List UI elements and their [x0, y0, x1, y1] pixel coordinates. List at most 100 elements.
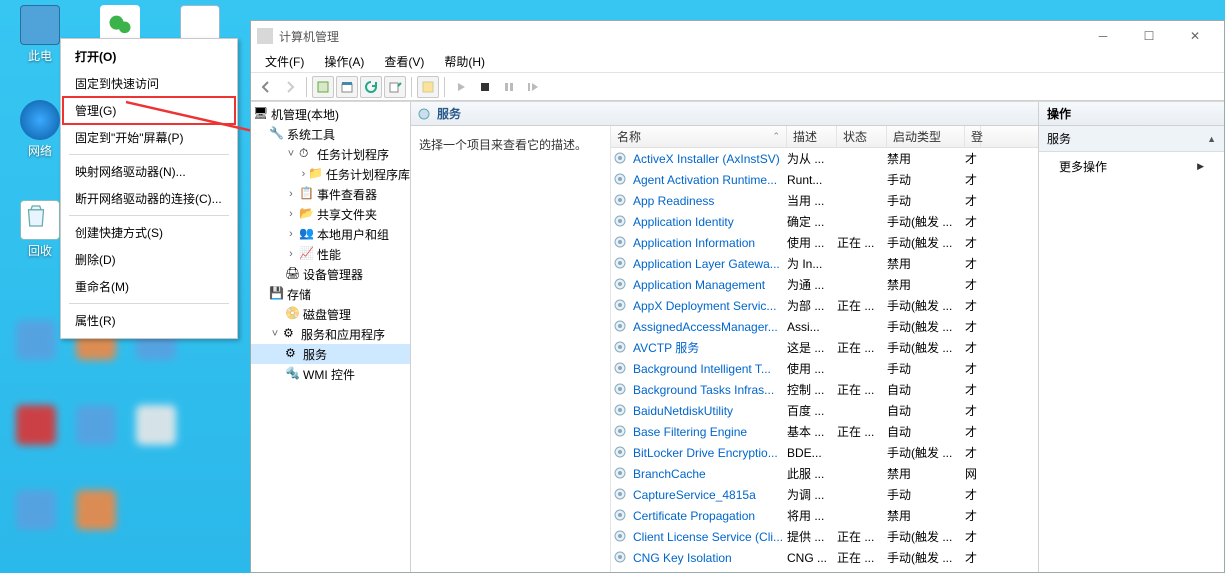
titlebar[interactable]: 计算机管理 ─ ☐ ✕ — [251, 21, 1224, 51]
back-button[interactable] — [255, 76, 277, 98]
col-extra[interactable]: 登 — [965, 126, 981, 147]
service-row[interactable]: Certificate Propagation将用 ...禁用才 — [611, 505, 1038, 526]
play-button[interactable] — [450, 76, 472, 98]
tree-device-manager[interactable]: 🖨设备管理器 — [251, 264, 410, 284]
col-desc[interactable]: 描述 — [787, 126, 837, 147]
nav-tree[interactable]: 🖥机管理(本地) 🔧系统工具 ˅⏱任务计划程序 ›📁任务计划程序库 ›📋事件查看… — [251, 102, 411, 572]
actions-section[interactable]: 服务▲ — [1039, 126, 1224, 152]
service-name: ActiveX Installer (AxInstSV) — [633, 152, 787, 166]
close-button[interactable]: ✕ — [1172, 21, 1218, 51]
gear-icon — [613, 508, 629, 524]
tree-task-scheduler[interactable]: ˅⏱任务计划程序 — [251, 144, 410, 164]
service-row[interactable]: Base Filtering Engine基本 ...正在 ...自动才 — [611, 421, 1038, 442]
service-row[interactable]: AppX Deployment Servic...为部 ...正在 ...手动(… — [611, 295, 1038, 316]
tree-services[interactable]: ⚙服务 — [251, 344, 410, 364]
maximize-button[interactable]: ☐ — [1126, 21, 1172, 51]
service-extra: 才 — [965, 339, 981, 356]
service-row[interactable]: App Readiness当用 ...手动才 — [611, 190, 1038, 211]
tree-disk-management[interactable]: 📀磁盘管理 — [251, 304, 410, 324]
ctx-create-shortcut[interactable]: 创建快捷方式(S) — [63, 219, 235, 246]
service-desc: 为通 ... — [787, 276, 837, 293]
service-row[interactable]: Background Intelligent T...使用 ...手动才 — [611, 358, 1038, 379]
tree-root[interactable]: 🖥机管理(本地) — [251, 104, 410, 124]
service-row[interactable]: AVCTP 服务这是 ...正在 ...手动(触发 ...才 — [611, 337, 1038, 358]
minimize-button[interactable]: ─ — [1080, 21, 1126, 51]
gear-icon — [613, 424, 629, 440]
service-row[interactable]: CNG Key IsolationCNG ...正在 ...手动(触发 ...才 — [611, 547, 1038, 568]
service-row[interactable]: Application Identity确定 ...手动(触发 ...才 — [611, 211, 1038, 232]
service-row[interactable]: ActiveX Installer (AxInstSV)为从 ...禁用才 — [611, 148, 1038, 169]
tree-performance[interactable]: ›📈性能 — [251, 244, 410, 264]
tree-event-viewer[interactable]: ›📋事件查看器 — [251, 184, 410, 204]
ctx-open[interactable]: 打开(O) — [63, 43, 235, 70]
gear-icon — [613, 361, 629, 377]
column-headers[interactable]: 名称⌃ 描述 状态 启动类型 登 — [611, 126, 1038, 148]
service-extra: 才 — [965, 381, 981, 398]
ctx-rename[interactable]: 重命名(M) — [63, 273, 235, 300]
service-row[interactable]: Background Tasks Infras...控制 ...正在 ...自动… — [611, 379, 1038, 400]
tool-btn-1[interactable] — [312, 76, 334, 98]
gear-icon — [613, 445, 629, 461]
service-row[interactable]: Application Information使用 ...正在 ...手动(触发… — [611, 232, 1038, 253]
service-row[interactable]: BitLocker Drive Encryptio...BDE...手动(触发 … — [611, 442, 1038, 463]
ctx-disconnect-drive[interactable]: 断开网络驱动器的连接(C)... — [63, 185, 235, 212]
separator — [69, 215, 229, 216]
service-row[interactable]: Application Layer Gatewa...为 In...禁用才 — [611, 253, 1038, 274]
service-row[interactable]: Agent Activation Runtime...Runt...手动才 — [611, 169, 1038, 190]
service-desc: 当用 ... — [787, 192, 837, 209]
gear-icon — [613, 298, 629, 314]
tree-task-library[interactable]: ›📁任务计划程序库 — [251, 164, 410, 184]
service-desc: 为部 ... — [787, 297, 837, 314]
service-row[interactable]: Application Management为通 ...禁用才 — [611, 274, 1038, 295]
menu-action[interactable]: 操作(A) — [314, 51, 374, 72]
computer-icon: 🖥 — [253, 106, 269, 122]
menu-view[interactable]: 查看(V) — [374, 51, 434, 72]
tree-system-tools[interactable]: 🔧系统工具 — [251, 124, 410, 144]
gear-icon: ⚙ — [285, 346, 301, 362]
gear-icon — [613, 172, 629, 188]
pause-button[interactable] — [498, 76, 520, 98]
service-row[interactable]: Client License Service (Cli...提供 ...正在 .… — [611, 526, 1038, 547]
export-button[interactable] — [384, 76, 406, 98]
tree-local-users[interactable]: ›👥本地用户和组 — [251, 224, 410, 244]
tree-wmi[interactable]: 🔩WMI 控件 — [251, 364, 410, 384]
separator — [69, 303, 229, 304]
help-button[interactable] — [417, 76, 439, 98]
refresh-button[interactable] — [360, 76, 382, 98]
ctx-pin-quick-access[interactable]: 固定到快速访问 — [63, 70, 235, 97]
col-status[interactable]: 状态 — [837, 126, 887, 147]
tool-btn-2[interactable] — [336, 76, 358, 98]
col-startup[interactable]: 启动类型 — [887, 126, 965, 147]
tree-services-apps[interactable]: ˅⚙服务和应用程序 — [251, 324, 410, 344]
ctx-properties[interactable]: 属性(R) — [63, 307, 235, 334]
menu-file[interactable]: 文件(F) — [255, 51, 314, 72]
service-startup: 手动(触发 ... — [887, 549, 965, 566]
toolbar — [251, 73, 1224, 101]
recycle-bin-icon — [20, 200, 60, 240]
service-row[interactable]: BranchCache此服 ...禁用网 — [611, 463, 1038, 484]
restart-button[interactable] — [522, 76, 544, 98]
users-icon: 👥 — [299, 226, 315, 242]
ctx-manage[interactable]: 管理(G) — [63, 97, 235, 124]
services-icon: ⚙ — [283, 326, 299, 342]
ctx-map-drive[interactable]: 映射网络驱动器(N)... — [63, 158, 235, 185]
service-name: Agent Activation Runtime... — [633, 173, 787, 187]
ctx-delete[interactable]: 删除(D) — [63, 246, 235, 273]
service-row[interactable]: CaptureService_4815a为调 ...手动才 — [611, 484, 1038, 505]
service-row[interactable]: AssignedAccessManager...Assi...手动(触发 ...… — [611, 316, 1038, 337]
service-extra: 才 — [965, 276, 981, 293]
stop-button[interactable] — [474, 76, 496, 98]
tree-shared-folders[interactable]: ›📂共享文件夹 — [251, 204, 410, 224]
actions-more[interactable]: 更多操作▶ — [1039, 152, 1224, 181]
service-row[interactable]: BaiduNetdiskUtility百度 ...自动才 — [611, 400, 1038, 421]
service-startup: 手动(触发 ... — [887, 213, 965, 230]
services-list[interactable]: 名称⌃ 描述 状态 启动类型 登 ActiveX Installer (AxIn… — [611, 126, 1038, 572]
chevron-up-icon: ▲ — [1207, 134, 1216, 144]
service-extra: 才 — [965, 171, 981, 188]
col-name[interactable]: 名称⌃ — [611, 126, 787, 147]
ctx-pin-start[interactable]: 固定到"开始"屏幕(P) — [63, 124, 235, 151]
gear-icon — [613, 403, 629, 419]
menu-help[interactable]: 帮助(H) — [434, 51, 495, 72]
tree-storage[interactable]: 💾存储 — [251, 284, 410, 304]
forward-button[interactable] — [279, 76, 301, 98]
